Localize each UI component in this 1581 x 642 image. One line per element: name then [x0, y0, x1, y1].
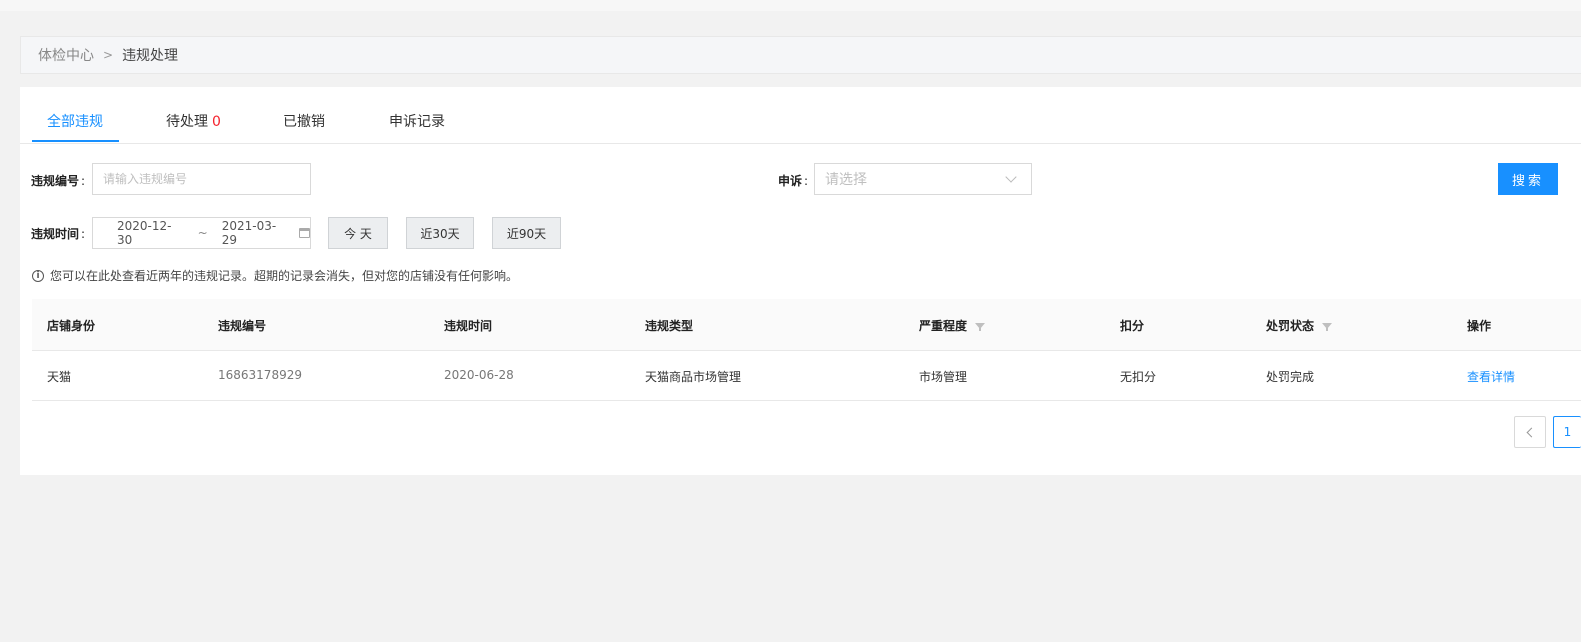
col-store-identity: 店铺身份: [47, 319, 96, 333]
cell-store-identity: 天猫: [47, 370, 72, 384]
main-card: 全部违规 待处理0 已撤销 申诉记录 违规编号: 申诉: 请选择 搜索 违规时间…: [20, 87, 1581, 475]
col-actions: 操作: [1467, 319, 1492, 333]
col-deduction: 扣分: [1120, 319, 1145, 333]
breadcrumb-root[interactable]: 体检中心: [38, 45, 94, 65]
col-violation-type: 违规类型: [645, 319, 694, 333]
tab-revoked[interactable]: 已撤销: [283, 111, 325, 131]
quick-90-days-button[interactable]: 近90天: [492, 217, 561, 249]
table-header: 店铺身份 违规编号 违规时间 违规类型 严重程度 扣分 处罚状态 操作: [32, 299, 1581, 351]
top-strip: [0, 0, 1581, 11]
tab-appeal-records[interactable]: 申诉记录: [389, 111, 445, 131]
appeal-label: 申诉:: [778, 174, 809, 188]
tab-label: 已撤销: [283, 114, 325, 130]
tab-label: 申诉记录: [389, 114, 445, 130]
tab-label: 全部违规: [47, 114, 103, 130]
cell-violation-time: 2020-06-28: [444, 368, 514, 382]
pending-count-badge: 0: [212, 114, 221, 130]
tab-bar: 全部违规 待处理 0 已撤销 申诉记录: [20, 87, 1581, 144]
quick-today-button[interactable]: 今 天: [328, 217, 388, 249]
table-row: 天猫 16863178929 2020-06-28 天猫商品市场管理 市场管理 …: [32, 350, 1581, 401]
tab-all-violations[interactable]: 全部违规: [47, 111, 103, 131]
col-penalty-status: 处罚状态: [1266, 317, 1333, 334]
cell-violation-type: 天猫商品市场管理: [645, 370, 742, 384]
breadcrumb: 体检中心 > 违规处理: [20, 36, 1581, 74]
cell-violation-no: 16863178929: [218, 368, 302, 382]
date-range-picker[interactable]: 2020-12-30 ~ 2021-03-29: [92, 217, 311, 249]
cell-penalty-status: 处罚完成: [1266, 370, 1315, 384]
breadcrumb-separator: >: [103, 48, 114, 62]
violation-no-label: 违规编号:: [31, 174, 86, 188]
violation-time-label: 违规时间:: [31, 227, 86, 241]
col-violation-no: 违规编号: [218, 319, 267, 333]
search-button[interactable]: 搜索: [1498, 163, 1558, 195]
calendar-icon: [299, 228, 311, 238]
end-date[interactable]: 2021-03-29: [222, 219, 289, 247]
filter-icon[interactable]: [975, 322, 986, 331]
quick-30-days-button[interactable]: 近30天: [406, 217, 474, 249]
cell-severity: 市场管理: [919, 370, 968, 384]
appeal-select-placeholder: 请选择: [825, 172, 867, 188]
chevron-down-icon: [1005, 171, 1017, 183]
page-current[interactable]: 1: [1553, 416, 1581, 448]
active-tab-indicator: [32, 140, 119, 142]
cell-deduction: 无扣分: [1120, 370, 1157, 384]
chevron-left-icon[interactable]: [1514, 416, 1546, 448]
filter-icon[interactable]: [1322, 322, 1333, 331]
breadcrumb-current: 违规处理: [122, 48, 179, 64]
info-icon: i: [32, 269, 44, 282]
violation-no-input[interactable]: [92, 163, 311, 195]
range-separator: ~: [197, 226, 208, 240]
start-date[interactable]: 2020-12-30: [117, 219, 184, 247]
appeal-select[interactable]: 请选择: [814, 163, 1032, 195]
tab-pending[interactable]: 待处理 0: [166, 111, 221, 131]
notice-text: 您可以在此处查看近两年的违规记录。超期的记录会消失，但对您的店铺没有任何影响。: [50, 269, 519, 283]
col-severity: 严重程度: [919, 317, 986, 334]
col-violation-time: 违规时间: [444, 319, 493, 333]
view-details-link[interactable]: 查看详情: [1467, 368, 1515, 385]
tab-label: 待处理: [166, 114, 208, 130]
notice: i 您可以在此处查看近两年的违规记录。超期的记录会消失，但对您的店铺没有任何影响…: [32, 267, 518, 284]
